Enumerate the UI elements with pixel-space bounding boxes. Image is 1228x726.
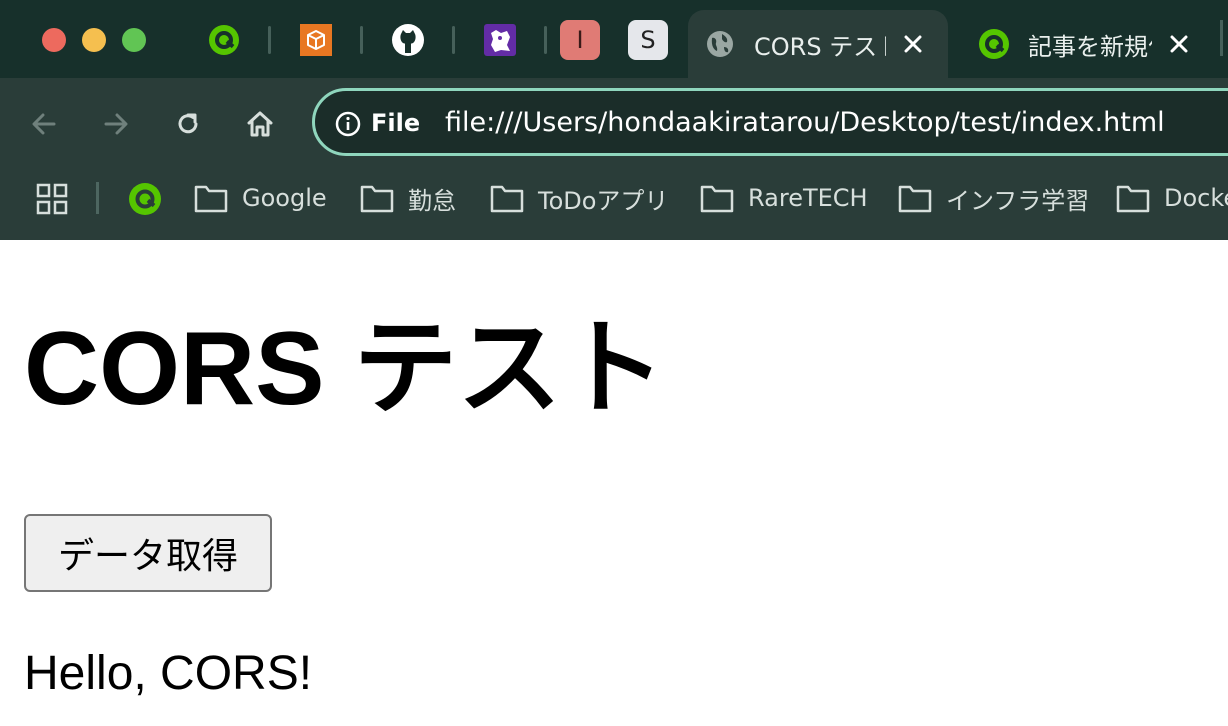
forward-button[interactable] [96,104,136,144]
apps-grid-icon[interactable] [36,183,68,215]
window-close-button[interactable] [42,28,66,52]
home-button[interactable] [240,104,280,144]
github-icon [392,24,424,56]
page-content: CORS テスト データ取得 Hello, CORS! [24,240,1228,726]
result-text: Hello, CORS! [24,647,313,700]
qiita-icon [978,28,1010,60]
pinned-tab-orange[interactable] [298,22,334,58]
bookmark-label: インフラ学習 [946,186,1090,215]
globe-icon [704,28,736,60]
pinned-tab-i[interactable]: I [560,20,600,60]
fetch-data-button[interactable]: データ取得 [24,514,272,592]
bookmark-label: Google [242,184,327,212]
folder-icon [898,185,932,213]
reload-icon [178,113,198,134]
home-icon [247,111,273,137]
address-bar[interactable]: File file:///Users/hondaakiratarou/Deskt… [312,88,1228,156]
tab-bar: I S CORS テスト [0,0,1228,78]
close-tab-button[interactable] [896,27,930,61]
close-icon [904,35,922,53]
tab-title: CORS テスト [754,32,886,61]
letter-i-icon: I [576,26,584,54]
bookmark-separator [96,182,99,214]
qiita-icon [209,25,239,55]
reload-button[interactable] [168,104,208,144]
dog-icon [484,24,516,56]
tab-separator [452,26,455,54]
pinned-tab-s[interactable]: S [628,20,668,60]
toolbar: File file:///Users/hondaakiratarou/Deskt… [0,78,1228,240]
browser-chrome: I S CORS テスト [0,0,1228,240]
close-icon [1170,35,1188,53]
bookmark-label: RareTECH [748,184,868,212]
pinned-tab-qiita[interactable] [206,22,242,58]
folder-icon [700,185,734,213]
folder-icon [194,185,228,213]
tab-separator [360,26,363,54]
info-icon[interactable] [335,111,361,137]
cube-icon [300,24,332,56]
folder-icon [1116,185,1150,213]
pinned-tab-github[interactable] [390,22,426,58]
tab-separator [544,26,547,54]
site-info-label: File [371,109,421,137]
tab-separator [1220,20,1223,56]
page-title: CORS テスト [24,311,666,427]
arrow-left-icon [32,113,56,135]
bookmark-infra-study[interactable]: インフラ学習 [898,176,1089,220]
pinned-tab-purple[interactable] [482,22,518,58]
window-minimize-button[interactable] [82,28,106,52]
window-maximize-button[interactable] [122,28,146,52]
url-text[interactable]: file:///Users/hondaakiratarou/Desktop/te… [445,107,1165,138]
bookmark-label: ToDoアプリ [538,186,669,215]
back-button[interactable] [24,104,64,144]
bookmark-google[interactable]: Google [194,176,327,220]
bookmark-label: Docker [1164,184,1228,212]
bookmark-kintai[interactable]: 勤怠 [360,176,456,220]
folder-icon [490,185,524,213]
bookmark-docker[interactable]: Docker [1116,176,1228,220]
close-tab-button[interactable] [1162,27,1196,61]
tab-separator [268,26,271,54]
arrow-right-icon [104,113,128,135]
qiita-bookmark-icon[interactable] [128,182,162,216]
tab-cors-test[interactable]: CORS テスト [688,10,948,78]
tab-new-article[interactable]: 記事を新規作成 [962,10,1222,78]
bookmark-todo-app[interactable]: ToDoアプリ [490,176,668,220]
folder-icon [360,185,394,213]
bookmark-raretech[interactable]: RareTECH [700,176,868,220]
tab-title: 記事を新規作成 [1028,32,1152,61]
letter-s-icon: S [640,26,656,54]
bookmark-label: 勤怠 [408,186,456,215]
